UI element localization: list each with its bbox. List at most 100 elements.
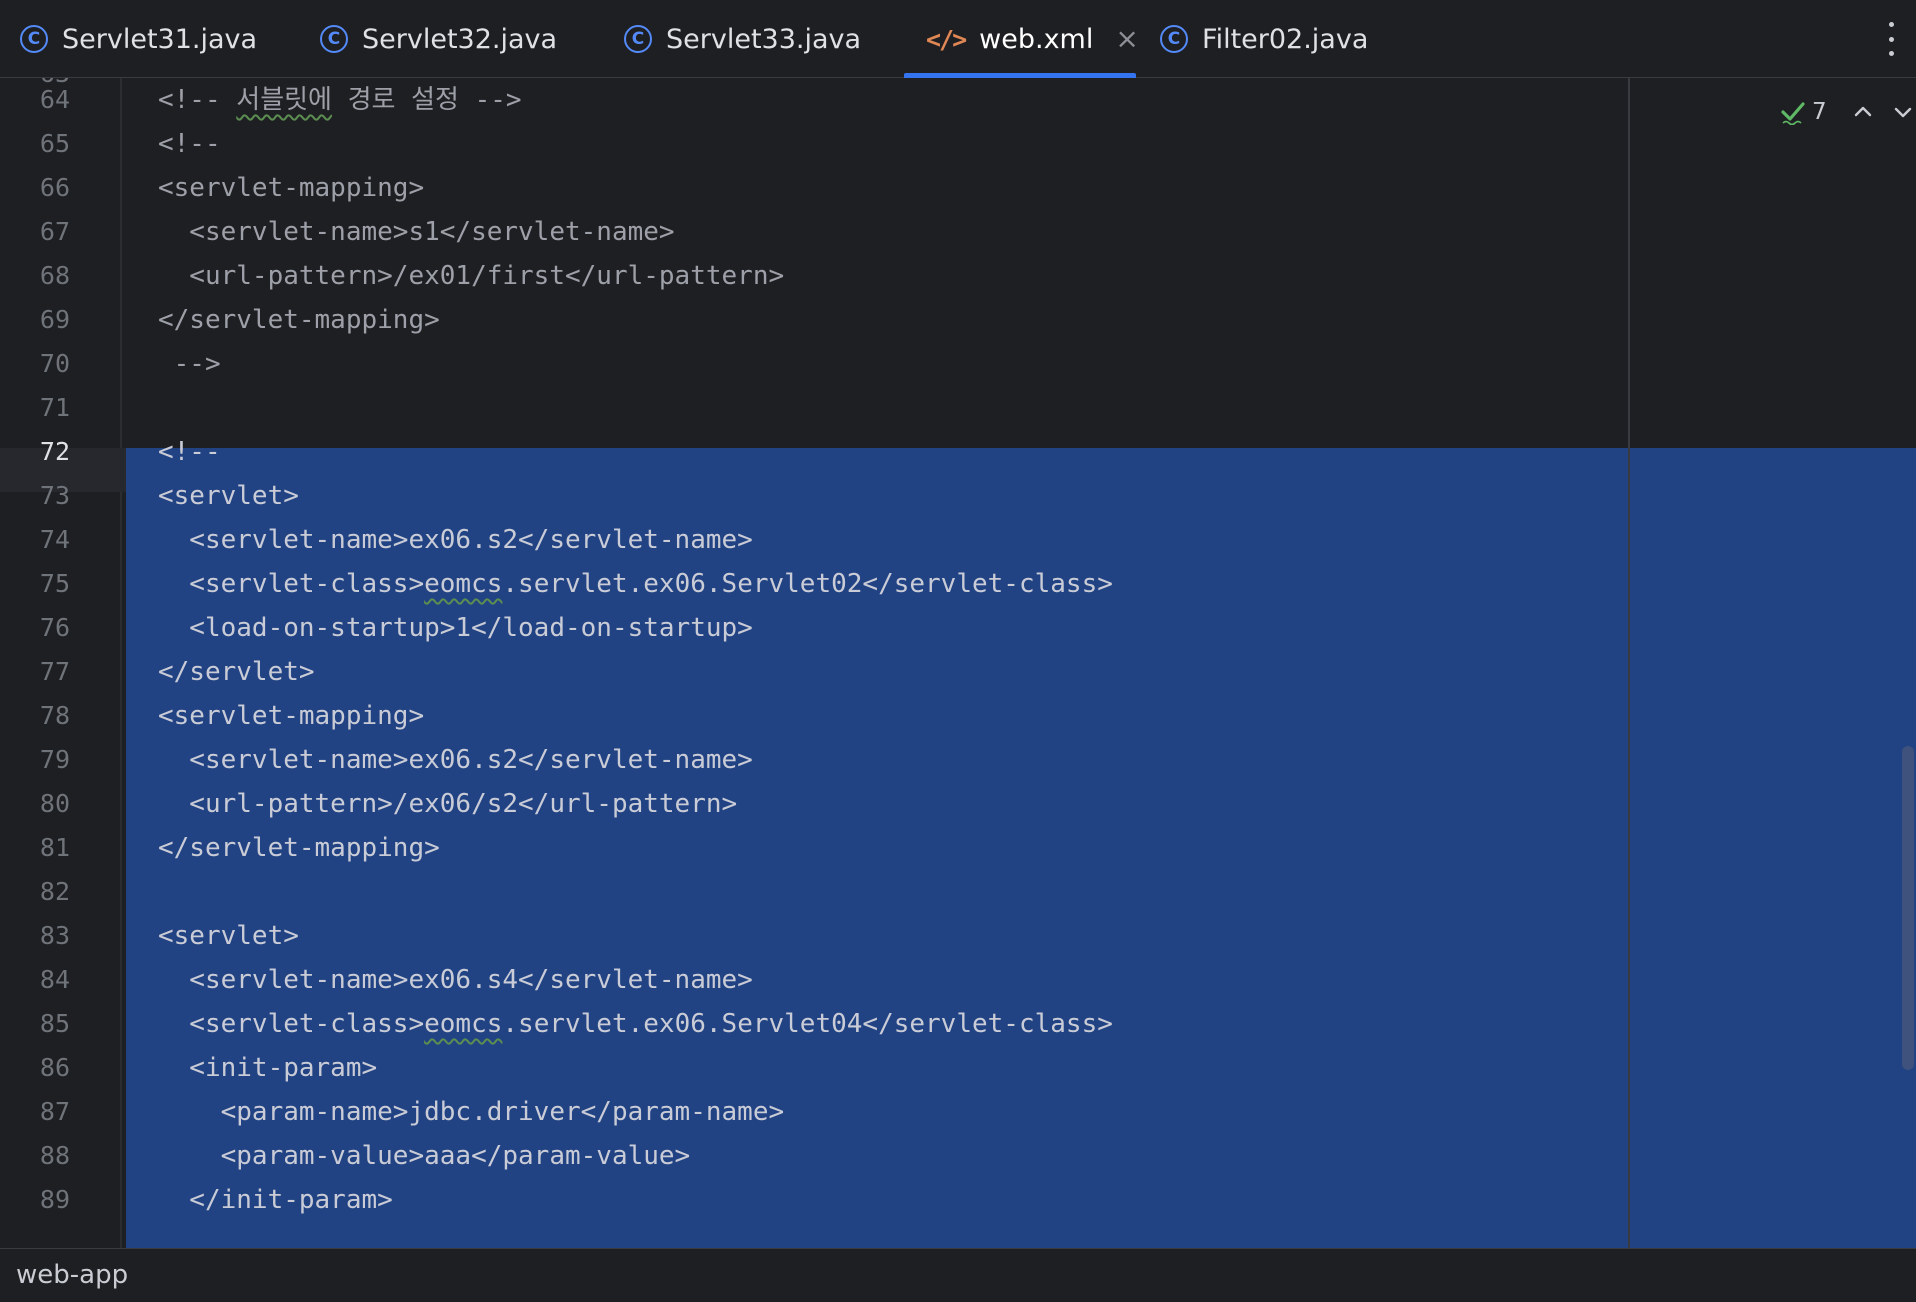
- tab-label: Servlet33.java: [666, 23, 862, 55]
- right-margin-guide: [1628, 78, 1630, 1248]
- code-line[interactable]: 65 <!--: [0, 122, 1600, 166]
- line-number: 71: [39, 393, 70, 422]
- line-number: 67: [39, 217, 70, 246]
- code-text: </servlet-mapping>: [158, 305, 440, 335]
- tab-label: web.xml: [979, 23, 1094, 55]
- code-text: <servlet-name>ex06.s2</servlet-name>: [158, 745, 753, 775]
- code-text: <load-on-startup>1</load-on-startup>: [158, 613, 753, 643]
- tab-web-xml[interactable]: </> web.xml ×: [904, 0, 1139, 78]
- close-tab-icon[interactable]: ×: [1115, 25, 1138, 53]
- code-text: <servlet-mapping>: [158, 173, 425, 203]
- code-line[interactable]: 81 </servlet-mapping>: [0, 826, 1600, 870]
- line-number: 72: [39, 437, 70, 466]
- code-line[interactable]: 86 <init-param>: [0, 1046, 1600, 1090]
- code-text: <!--: [158, 129, 221, 159]
- code-line[interactable]: 72 <!--: [0, 430, 1600, 474]
- line-number: 77: [39, 657, 70, 686]
- java-class-icon: C: [624, 25, 652, 53]
- code-line[interactable]: 82: [0, 870, 1600, 914]
- code-text: -->: [158, 349, 221, 379]
- code-text: <servlet-mapping>: [158, 701, 425, 731]
- editor-tab-bar: C Servlet31.java C Servlet32.java C Serv…: [0, 0, 1916, 78]
- code-line[interactable]: 83 <servlet>: [0, 914, 1600, 958]
- code-line[interactable]: 71: [0, 386, 1600, 430]
- tab-label: Servlet32.java: [362, 23, 558, 55]
- more-options-icon[interactable]: [1886, 22, 1896, 56]
- code-text: <!-- 서블릿에 경로 설정 -->: [158, 85, 522, 115]
- code-line[interactable]: 77 </servlet>: [0, 650, 1600, 694]
- tab-label: Filter02.java: [1202, 23, 1369, 55]
- code-text: <servlet>: [158, 921, 299, 951]
- line-number: 84: [39, 965, 70, 994]
- line-number: 80: [39, 789, 70, 818]
- code-line[interactable]: 84 <servlet-name>ex06.s4</servlet-name>: [0, 958, 1600, 1002]
- code-line[interactable]: 87 <param-name>jdbc.driver</param-name>: [0, 1090, 1600, 1134]
- chevron-down-icon[interactable]: [1891, 100, 1915, 124]
- spelling-warning[interactable]: eomcs: [424, 569, 502, 599]
- code-line[interactable]: 78 <servlet-mapping>: [0, 694, 1600, 738]
- tab-filter02-java[interactable]: C Filter02.java: [1160, 0, 1390, 78]
- code-editor[interactable]: 63 64<!-- 서블릿에 경로 설정 -->65<!--66<servlet…: [0, 78, 1916, 1248]
- line-number: 86: [39, 1053, 70, 1082]
- code-line[interactable]: 66 <servlet-mapping>: [0, 166, 1600, 210]
- code-text: <url-pattern>/ex01/first</url-pattern>: [158, 261, 785, 291]
- code-line[interactable]: 74 <servlet-name>ex06.s2</servlet-name>: [0, 518, 1600, 562]
- tab-servlet31-java[interactable]: C Servlet31.java: [20, 0, 257, 78]
- java-class-icon: C: [320, 25, 348, 53]
- check-icon[interactable]: [1780, 99, 1806, 126]
- code-text: </servlet>: [158, 657, 315, 687]
- line-number: 88: [39, 1141, 70, 1170]
- line-number: 64: [39, 85, 70, 114]
- code-text: <url-pattern>/ex06/s2</url-pattern>: [158, 789, 738, 819]
- line-number: 65: [39, 129, 70, 158]
- code-line[interactable]: 79 <servlet-name>ex06.s2</servlet-name>: [0, 738, 1600, 782]
- line-number: 69: [39, 305, 70, 334]
- inspection-count: 7: [1812, 99, 1827, 125]
- line-number: 68: [39, 261, 70, 290]
- code-text: <servlet-name>ex06.s2</servlet-name>: [158, 525, 753, 555]
- code-line[interactable]: 85 <servlet-class>eomcs.servlet.ex06.Ser…: [0, 1002, 1600, 1046]
- code-line[interactable]: 69 </servlet-mapping>: [0, 298, 1600, 342]
- code-text: <servlet-name>s1</servlet-name>: [158, 217, 675, 247]
- code-text: <!--: [158, 437, 221, 467]
- inspection-widget[interactable]: 7: [1780, 92, 1916, 132]
- code-line[interactable]: 89 </init-param>: [0, 1178, 1600, 1222]
- spelling-warning[interactable]: 서블릿에: [236, 85, 332, 115]
- xml-file-icon: </>: [926, 24, 967, 54]
- code-text: <param-value>aaa</param-value>: [158, 1141, 691, 1171]
- line-number: 81: [39, 833, 70, 862]
- vertical-scrollbar-thumb[interactable]: [1902, 746, 1914, 1070]
- line-number: 78: [39, 701, 70, 730]
- spelling-warning[interactable]: eomcs: [424, 1009, 502, 1039]
- code-text: <servlet-class>eomcs.servlet.ex06.Servle…: [158, 569, 1113, 599]
- line-number: 75: [39, 569, 70, 598]
- breadcrumb-bar: web-app: [0, 1248, 1916, 1302]
- line-number: 73: [39, 481, 70, 510]
- code-line[interactable]: 88 <param-value>aaa</param-value>: [0, 1134, 1600, 1178]
- tab-servlet33-java[interactable]: C Servlet33.java: [624, 0, 861, 78]
- line-number: 82: [39, 877, 70, 906]
- line-number: 70: [39, 349, 70, 378]
- java-class-icon: C: [1160, 25, 1188, 53]
- line-number: 66: [39, 173, 70, 202]
- line-number: 79: [39, 745, 70, 774]
- code-line[interactable]: 70 -->: [0, 342, 1600, 386]
- chevron-up-icon[interactable]: [1851, 100, 1875, 124]
- code-line[interactable]: 76 <load-on-startup>1</load-on-startup>: [0, 606, 1600, 650]
- code-line[interactable]: 67 <servlet-name>s1</servlet-name>: [0, 210, 1600, 254]
- tab-servlet32-java[interactable]: C Servlet32.java: [320, 0, 557, 78]
- line-number: 76: [39, 613, 70, 642]
- line-number: 83: [39, 921, 70, 950]
- code-text: </servlet-mapping>: [158, 833, 440, 863]
- code-line[interactable]: 64 <!-- 서블릿에 경로 설정 -->: [0, 78, 1600, 122]
- code-text: <init-param>: [158, 1053, 378, 1083]
- line-number: 87: [39, 1097, 70, 1126]
- breadcrumb-web-app[interactable]: web-app: [16, 1249, 128, 1301]
- line-number: 85: [39, 1009, 70, 1038]
- code-line[interactable]: 68 <url-pattern>/ex01/first</url-pattern…: [0, 254, 1600, 298]
- code-line[interactable]: 75 <servlet-class>eomcs.servlet.ex06.Ser…: [0, 562, 1600, 606]
- code-line[interactable]: 73 <servlet>: [0, 474, 1600, 518]
- java-class-icon: C: [20, 25, 48, 53]
- code-line[interactable]: 80 <url-pattern>/ex06/s2</url-pattern>: [0, 782, 1600, 826]
- code-text: <param-name>jdbc.driver</param-name>: [158, 1097, 785, 1127]
